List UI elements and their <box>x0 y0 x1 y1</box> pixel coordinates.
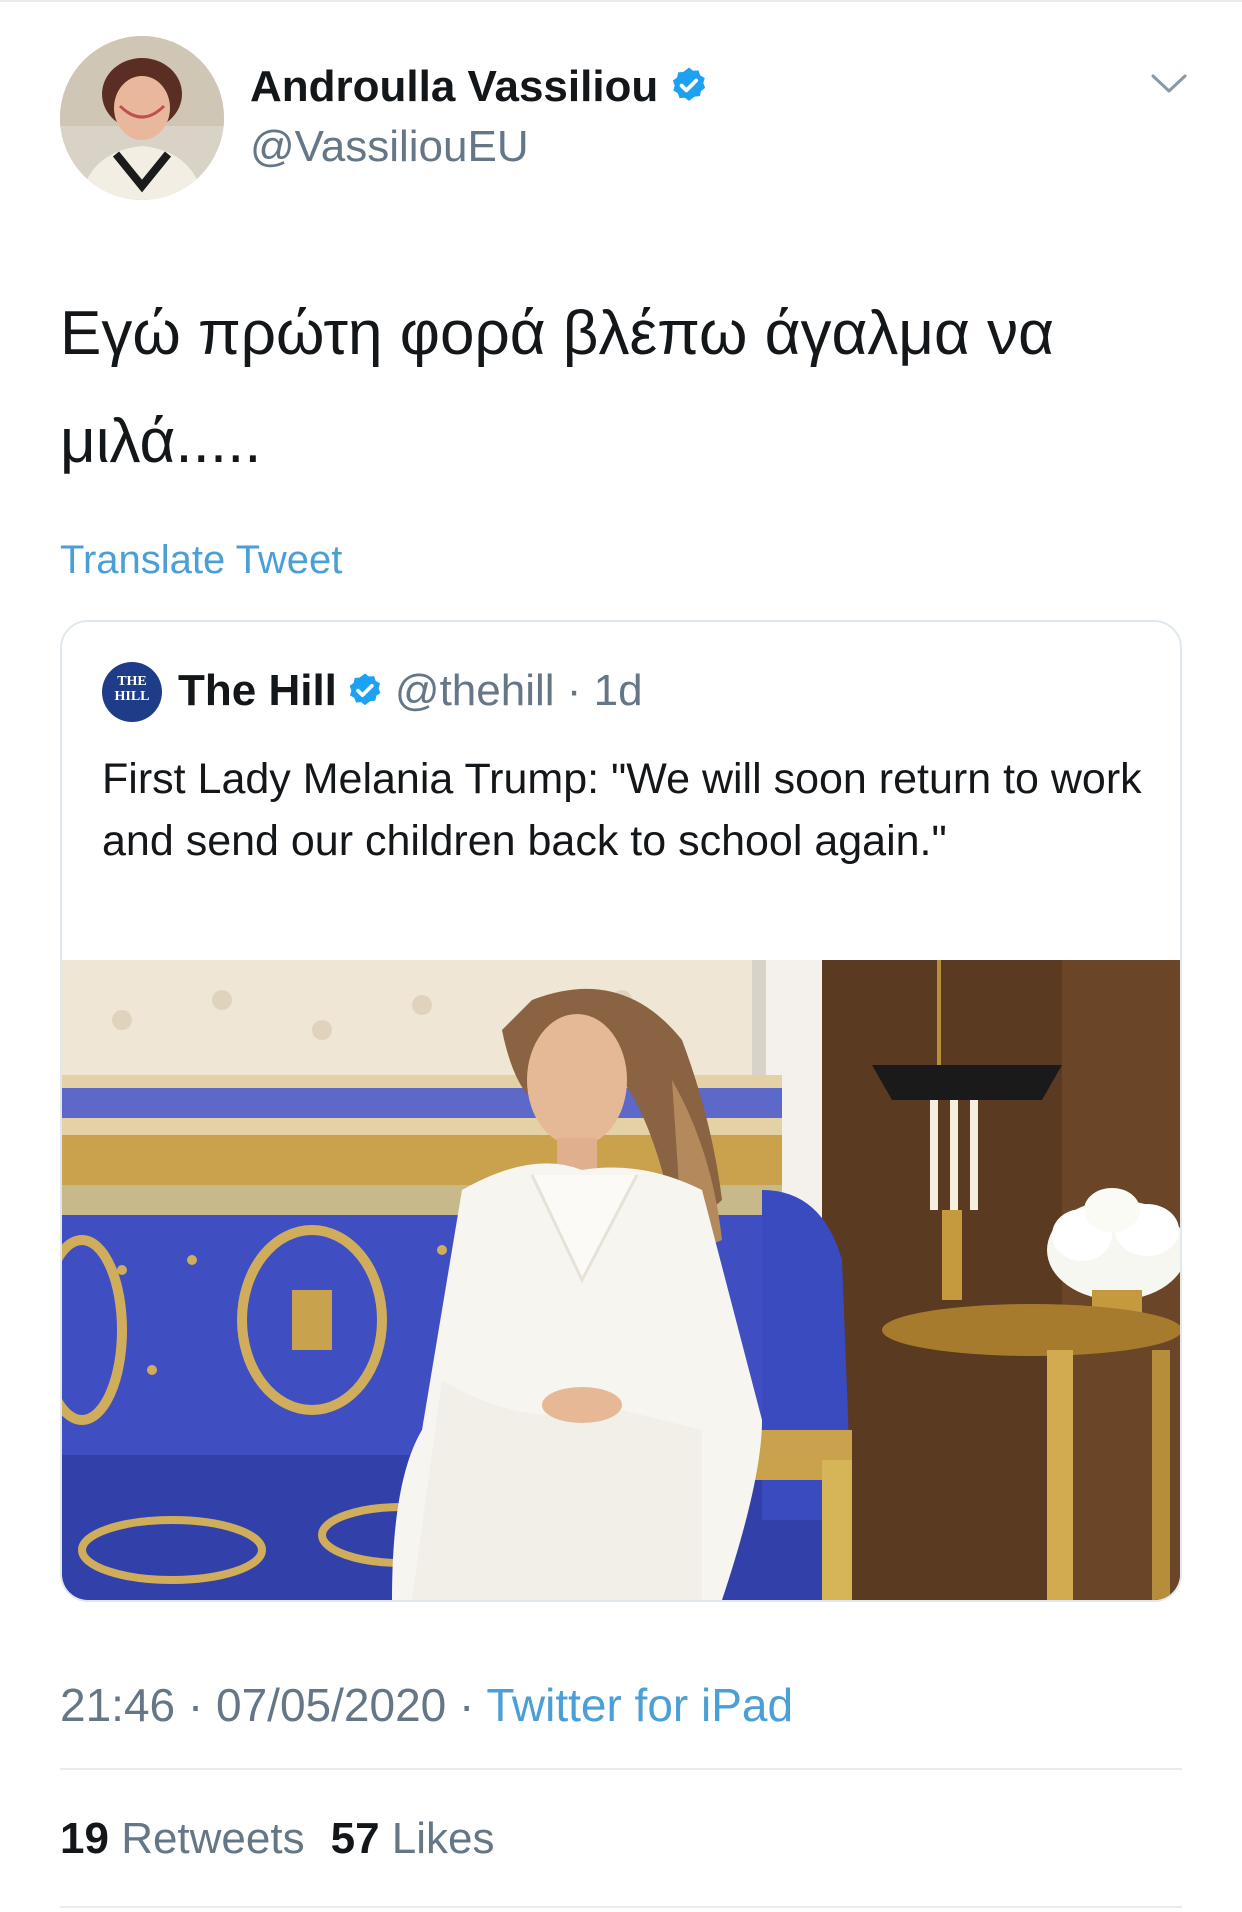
quoted-text: First Lady Melania Trump: "We will soon … <box>102 755 1142 865</box>
likes-stat[interactable]: 57 Likes <box>331 1814 495 1863</box>
quoted-avatar-logo: THE HILL <box>114 674 150 704</box>
tweet-text: Εγώ πρώτη φορά βλέπω άγαλμα να μιλά..... <box>60 299 1054 476</box>
tweet-date[interactable]: 07/05/2020 <box>216 1679 446 1731</box>
author-avatar-image <box>60 36 224 200</box>
author-name-text[interactable]: Androulla Vassiliou <box>250 62 658 111</box>
author-avatar[interactable] <box>60 36 224 200</box>
tweet-meta: 21:46 · 07/05/2020 · Twitter for iPad <box>60 1678 793 1732</box>
tweet-source-link[interactable]: Twitter for iPad <box>486 1679 793 1731</box>
quoted-header: The Hill @thehill · 1d <box>178 666 643 716</box>
quoted-handle[interactable]: @thehill <box>395 666 555 715</box>
divider <box>60 1768 1182 1770</box>
retweets-stat[interactable]: 19 Retweets <box>60 1814 305 1863</box>
retweets-count: 19 <box>60 1814 109 1863</box>
author-name[interactable]: Androulla Vassiliou <box>250 62 710 112</box>
chevron-down-icon[interactable] <box>1150 72 1188 96</box>
top-divider <box>0 0 1242 2</box>
likes-count: 57 <box>330 1814 380 1863</box>
tweet-stats: 19 Retweets 57 Likes <box>60 1814 495 1864</box>
tweet-time[interactable]: 21:46 <box>60 1679 175 1731</box>
quoted-photo <box>62 960 1180 1600</box>
quoted-separator: · <box>554 666 594 715</box>
quoted-media-image[interactable] <box>62 960 1180 1600</box>
quoted-name[interactable]: The Hill <box>178 666 337 715</box>
quoted-age[interactable]: 1d <box>594 666 643 715</box>
translate-tweet-link[interactable]: Translate Tweet <box>60 538 342 583</box>
likes-label: Likes <box>391 1814 495 1863</box>
retweets-label: Retweets <box>121 1814 305 1863</box>
meta-separator: · <box>446 1679 487 1731</box>
quoted-tweet-card[interactable]: THE HILL The Hill @thehill · 1d First Lad… <box>60 620 1182 1602</box>
verified-badge-icon <box>349 673 381 706</box>
verified-badge-icon <box>673 67 706 101</box>
author-handle[interactable]: @VassiliouEU <box>250 122 529 172</box>
meta-separator: · <box>175 1679 217 1731</box>
divider <box>60 1906 1182 1908</box>
quoted-avatar[interactable]: THE HILL <box>102 662 162 722</box>
